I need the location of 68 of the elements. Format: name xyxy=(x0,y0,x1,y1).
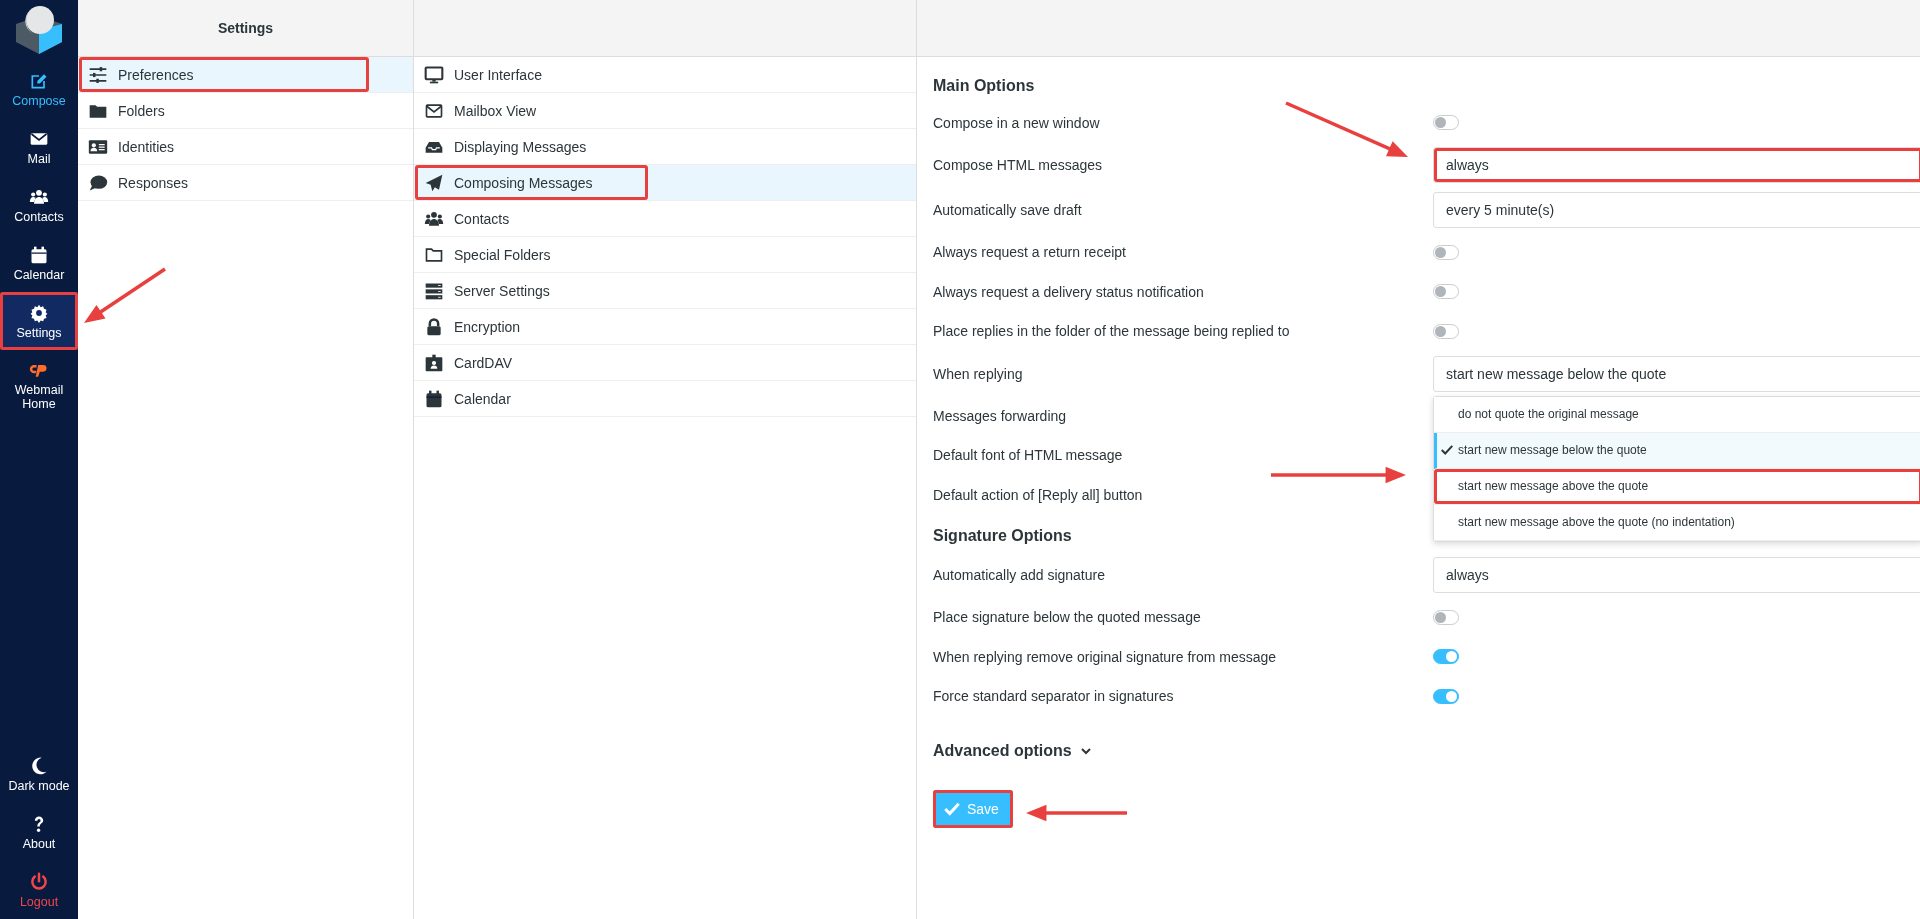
dropdown-option[interactable]: start new message below the quote xyxy=(1434,432,1920,469)
toggle-switch[interactable] xyxy=(1433,115,1459,131)
nav-item[interactable]: Dark mode xyxy=(0,745,78,803)
settings-icon xyxy=(29,302,49,323)
nav-item[interactable]: Webmail Home xyxy=(0,350,78,420)
option-label: Place signature below the quoted message xyxy=(933,609,1201,626)
calendar-icon xyxy=(424,388,444,409)
dropdown-option[interactable]: do not quote the original message xyxy=(1434,396,1920,433)
list-item[interactable]: Mailbox View xyxy=(414,93,916,129)
list-item[interactable]: Server Settings xyxy=(414,273,916,309)
nav-item[interactable]: Mail xyxy=(0,118,78,176)
id-badge-icon xyxy=(424,352,444,373)
list-item[interactable]: Special Folders xyxy=(414,237,916,273)
select-field[interactable]: always xyxy=(1433,557,1920,593)
list-item[interactable]: CardDAV xyxy=(414,345,916,381)
list-item[interactable]: Encryption xyxy=(414,309,916,345)
toggle-switch[interactable] xyxy=(1433,284,1459,300)
section-heading: Main Options xyxy=(933,77,1036,95)
sliders-icon xyxy=(88,64,108,85)
list-item[interactable]: Composing Messages xyxy=(414,165,916,201)
toggle-switch[interactable] xyxy=(1433,649,1459,665)
panel-title: Settings xyxy=(217,20,274,36)
option-label: Default font of HTML message xyxy=(933,447,1123,464)
paper-plane-icon xyxy=(424,172,444,193)
list-item[interactable]: Contacts xyxy=(414,201,916,237)
option-label: Default action of [Reply all] button xyxy=(933,486,1143,503)
check-icon xyxy=(943,800,961,818)
monitor-icon xyxy=(424,64,444,85)
list-item[interactable]: Responses xyxy=(78,165,413,201)
option-label: Force standard separator in signatures xyxy=(933,688,1174,705)
moon-icon xyxy=(29,755,49,776)
list-item[interactable]: Calendar xyxy=(414,381,916,417)
option-label: Automatically save draft xyxy=(933,202,1082,218)
chevron-icon xyxy=(1079,745,1092,757)
advanced-options-toggle[interactable]: Advanced options xyxy=(933,742,1092,760)
dropdown-option[interactable]: start new message above the quote xyxy=(1434,468,1920,505)
list-item[interactable]: User Interface xyxy=(414,57,916,93)
toggle-switch[interactable] xyxy=(1433,609,1459,625)
nav-item[interactable]: Calendar xyxy=(0,234,78,292)
nav-item[interactable]: Compose xyxy=(0,60,78,118)
select-field[interactable]: always xyxy=(1433,147,1920,183)
toggle-switch[interactable] xyxy=(1433,323,1459,339)
calendar-icon xyxy=(29,244,49,265)
list-item[interactable]: Identities xyxy=(78,129,413,165)
option-label: When replying xyxy=(933,365,1023,382)
toggle-switch[interactable] xyxy=(1433,244,1459,260)
option-label: Compose in a new window xyxy=(933,114,1100,131)
option-label: Messages forwarding xyxy=(933,407,1067,424)
nav-item[interactable]: About xyxy=(0,803,78,861)
select-field[interactable]: start new message below the quote xyxy=(1433,355,1920,392)
power-icon xyxy=(29,871,49,892)
list-item[interactable]: Preferences xyxy=(78,57,413,93)
dropdown-option[interactable]: start new message above the quote (no indentation) xyxy=(1434,504,1920,541)
option-label: Place replies in the folder of the message being replied to xyxy=(933,323,1290,340)
check-icon xyxy=(1440,443,1454,457)
nav-item[interactable]: Contacts xyxy=(0,176,78,234)
toggle-switch[interactable] xyxy=(1433,688,1459,704)
select-field[interactable]: every 5 minute(s) xyxy=(1433,192,1920,228)
option-label: When replying remove original signature from message xyxy=(933,648,1277,665)
option-label: Always request a delivery status notification xyxy=(933,283,1204,300)
nav-item[interactable]: Settings xyxy=(0,292,78,350)
option-label: Compose HTML messages xyxy=(933,157,1103,173)
option-label: Always request a return receipt xyxy=(933,244,1126,261)
nav-item[interactable]: Logout xyxy=(0,861,78,919)
option-label: Automatically add signature xyxy=(933,567,1105,583)
lock-icon xyxy=(424,316,444,337)
list-item[interactable]: Folders xyxy=(78,93,413,129)
section-heading: Signature Options xyxy=(933,526,1073,545)
